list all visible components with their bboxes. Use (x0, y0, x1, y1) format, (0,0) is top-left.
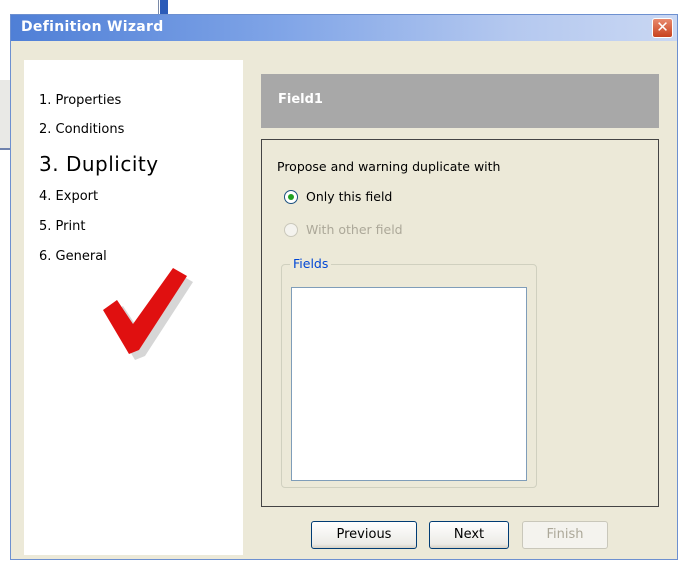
fields-group: Fields (281, 256, 537, 488)
background-strip (0, 80, 10, 150)
radio-disabled-icon (284, 223, 298, 237)
step-duplicity-current[interactable]: 3. Duplicity (39, 152, 159, 176)
radio-selected-icon[interactable] (284, 190, 298, 204)
header-title: Field1 (278, 92, 323, 107)
close-icon: ✕ (656, 18, 669, 36)
step-conditions[interactable]: 2. Conditions (39, 122, 124, 137)
checkmark-icon (103, 268, 193, 360)
option-label: Only this field (306, 189, 393, 204)
option-label: With other field (306, 222, 403, 237)
background-window-edge (160, 0, 168, 14)
finish-button: Finish (522, 521, 608, 549)
step-print[interactable]: 5. Print (39, 219, 85, 234)
previous-button[interactable]: Previous (311, 521, 417, 549)
step-properties[interactable]: 1. Properties (39, 93, 121, 108)
step-export[interactable]: 4. Export (39, 189, 98, 204)
duplicate-prompt-label: Propose and warning duplicate with (277, 159, 501, 174)
duplicity-content-panel: Propose and warning duplicate with Only … (261, 139, 659, 507)
fields-group-legend: Fields (290, 256, 332, 271)
next-button[interactable]: Next (429, 521, 509, 549)
title-bar[interactable]: Definition Wizard ✕ (11, 15, 677, 41)
step-header: Field1 (261, 74, 659, 128)
window-title: Definition Wizard (21, 19, 164, 35)
close-button[interactable]: ✕ (652, 18, 673, 38)
fields-listbox[interactable] (291, 287, 527, 481)
